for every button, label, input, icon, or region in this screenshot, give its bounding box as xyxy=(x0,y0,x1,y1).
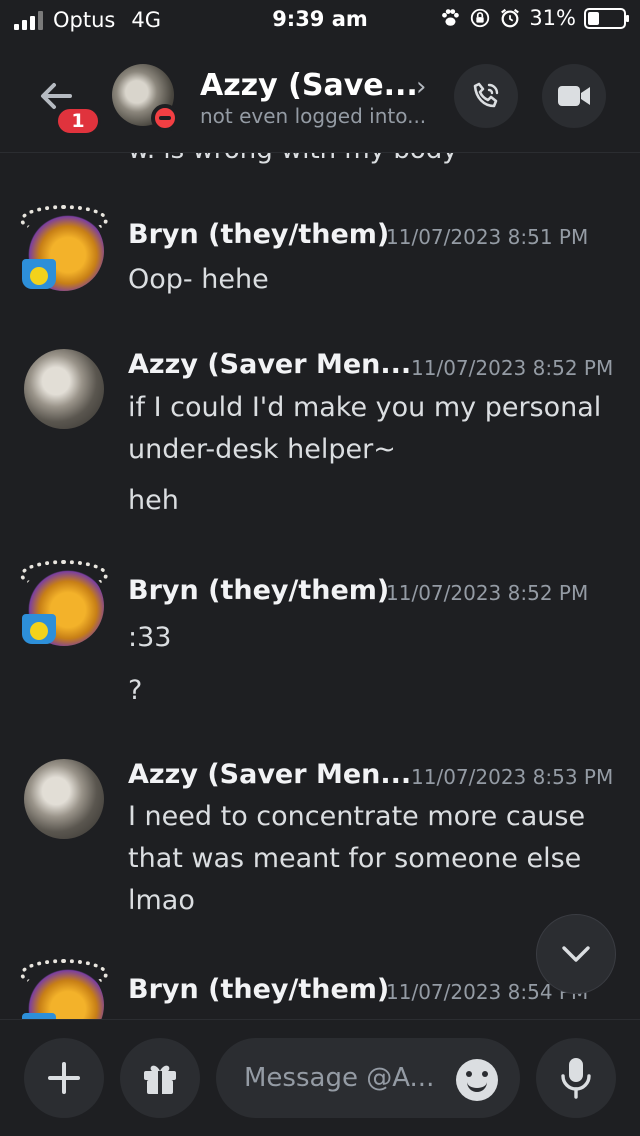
message-composer xyxy=(0,1019,640,1136)
paw-icon xyxy=(442,9,460,26)
jump-to-bottom-button[interactable] xyxy=(536,914,616,994)
orientation-lock-icon xyxy=(471,8,490,28)
video-call-button[interactable] xyxy=(542,64,606,128)
dm-header: 1 Azzy (Save... › not even logged into..… xyxy=(0,40,640,153)
gift-button[interactable] xyxy=(120,1038,200,1118)
battery-fill xyxy=(588,11,599,25)
message-timestamp: 11/07/2023 8:51 PM xyxy=(386,225,589,249)
avatar[interactable] xyxy=(24,759,104,839)
avatar[interactable] xyxy=(20,560,108,646)
message-line: Oop- hehe xyxy=(128,264,269,295)
truncated-message: w. is wrong with my body xyxy=(128,153,458,165)
message-timestamp: 11/07/2023 8:52 PM xyxy=(411,356,614,380)
status-right: 31% xyxy=(439,6,629,30)
message-line: ? xyxy=(128,675,143,706)
message-author[interactable]: Bryn (they/them) xyxy=(128,974,389,1005)
message-line: :33 xyxy=(128,622,172,653)
message-line: heh xyxy=(128,485,179,516)
avatar[interactable] xyxy=(20,205,108,291)
emoji-icon[interactable] xyxy=(456,1059,498,1101)
chevron-down-icon xyxy=(562,946,590,962)
avatar[interactable] xyxy=(20,959,108,1019)
message-line: that was meant for someone else xyxy=(128,843,582,874)
alarm-icon xyxy=(501,8,520,28)
message-line: I need to concentrate more cause xyxy=(128,801,586,832)
message-timestamp: 11/07/2023 8:52 PM xyxy=(386,581,589,605)
custom-status: not even logged into... xyxy=(200,104,427,128)
message-line: if I could I'd make you my personal xyxy=(128,392,602,423)
microphone-icon xyxy=(561,1058,591,1099)
avatar[interactable] xyxy=(24,349,104,429)
message-author[interactable]: Azzy (Saver Men... xyxy=(128,759,411,790)
message-timestamp: 11/07/2023 8:53 PM xyxy=(411,765,614,789)
dnd-status-icon xyxy=(151,104,179,132)
message-author[interactable]: Bryn (they/them) xyxy=(128,219,389,250)
video-call-icon xyxy=(558,86,590,106)
message-author[interactable]: Azzy (Saver Men... xyxy=(128,349,411,380)
unread-badge: 1 xyxy=(55,106,101,136)
message-line: lmao xyxy=(128,885,195,916)
message-line: under-desk helper~ xyxy=(128,434,396,465)
battery-icon xyxy=(584,7,629,29)
voice-message-button[interactable] xyxy=(536,1038,616,1118)
chevron-right-icon[interactable]: › xyxy=(416,72,426,102)
voice-call-icon xyxy=(473,82,499,108)
battery-percent: 31% xyxy=(529,6,576,30)
message-author[interactable]: Bryn (they/them) xyxy=(128,575,389,606)
gift-icon xyxy=(144,1065,176,1094)
voice-call-button[interactable] xyxy=(454,64,518,128)
message-list[interactable]: w. is wrong with my body Bryn (they/them… xyxy=(0,153,640,1019)
conversation-title[interactable]: Azzy (Save... xyxy=(200,68,418,103)
attach-button[interactable] xyxy=(24,1038,104,1118)
plus-icon xyxy=(48,1062,80,1094)
status-bar: Optus 4G 9:39 am 31% xyxy=(0,0,640,40)
